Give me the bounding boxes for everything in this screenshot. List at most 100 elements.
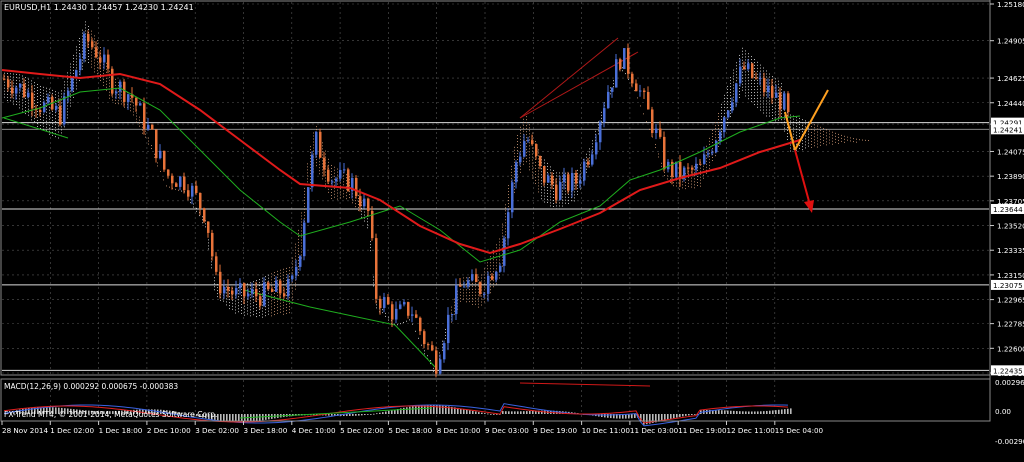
cloud-dot: [301, 230, 302, 232]
macd-histogram-bar: [769, 410, 771, 414]
cloud-dot: [730, 89, 731, 91]
cloud-dot: [253, 314, 254, 316]
cloud-dot: [358, 194, 359, 196]
cloud-dot: [520, 144, 521, 146]
cloud-dot: [328, 161, 329, 163]
cloud-dot: [163, 179, 164, 181]
cloud-dot: [373, 276, 374, 278]
cloud-dot: [529, 160, 530, 162]
macd-histogram-bar: [733, 410, 735, 414]
cloud-dot: [562, 190, 563, 192]
cloud-dot: [82, 44, 83, 46]
cloud-dot: [730, 110, 731, 112]
cloud-dot: [361, 210, 362, 212]
cloud-dot: [526, 119, 527, 121]
cloud-dot: [46, 108, 47, 110]
cloud-dot: [34, 88, 35, 90]
cloud-dot: [280, 275, 281, 277]
cloud-dot: [538, 179, 539, 181]
cloud-dot: [274, 290, 275, 292]
cloud-dot: [367, 224, 368, 226]
cloud-dot: [253, 296, 254, 298]
cloud-dot: [238, 293, 239, 295]
cloud-dot: [550, 172, 551, 174]
cloud-dot: [760, 67, 761, 69]
trading-chart[interactable]: EURUSD,H1 1.24430 1.24457 1.24230 1.2424…: [0, 0, 1024, 462]
cloud-dot: [481, 274, 482, 276]
cloud-dot: [565, 196, 566, 198]
cloud-dot: [736, 62, 737, 64]
cloud-dot: [790, 144, 791, 146]
cloud-dot: [130, 98, 131, 100]
cloud-dot: [751, 89, 752, 91]
cloud-dot: [358, 197, 359, 199]
cloud-dot: [796, 131, 797, 133]
cloud-dot: [766, 97, 767, 99]
cloud-dot: [547, 183, 548, 185]
macd-histogram-bar: [373, 413, 375, 415]
cloud-dot: [238, 311, 239, 313]
cloud-dot: [538, 173, 539, 175]
cloud-dot: [742, 53, 743, 55]
cloud-dot: [283, 283, 284, 285]
cloud-dot: [703, 174, 704, 176]
cloud-dot: [751, 56, 752, 58]
cloud-dot: [484, 298, 485, 300]
cloud-dot: [532, 171, 533, 173]
cloud-dot: [316, 129, 317, 131]
cloud-dot: [700, 182, 701, 184]
macd-histogram-bar: [685, 414, 687, 416]
macd-histogram-bar: [409, 406, 411, 414]
cloud-dot: [343, 178, 344, 180]
cloud-dot: [70, 63, 71, 65]
cloud-dot: [760, 103, 761, 105]
cloud-dot: [532, 159, 533, 161]
cloud-dot: [523, 163, 524, 165]
cloud-dot: [235, 306, 236, 308]
cloud-dot: [46, 87, 47, 89]
cloud-dot: [535, 182, 536, 184]
cloud-dot: [106, 83, 107, 85]
cloud-dot: [745, 50, 746, 52]
cloud-dot: [301, 221, 302, 223]
cloud-dot: [316, 162, 317, 164]
cloud-dot: [799, 135, 800, 137]
cloud-dot: [292, 293, 293, 295]
cloud-dot: [502, 229, 503, 231]
price-label: 1.24905: [997, 37, 1024, 46]
cloud-dot: [370, 244, 371, 246]
price-label: 1.23890: [997, 172, 1024, 181]
cloud-dot: [49, 94, 50, 96]
cloud-dot: [70, 105, 71, 107]
cloud-dot: [775, 105, 776, 107]
cloud-dot: [274, 281, 275, 283]
cloud-dot: [58, 122, 59, 124]
cloud-dot: [277, 270, 278, 272]
cloud-dot: [25, 80, 26, 82]
cloud-dot: [109, 97, 110, 99]
cloud-dot: [565, 190, 566, 192]
cloud-dot: [856, 141, 857, 143]
cloud-dot: [793, 127, 794, 129]
cloud-dot: [817, 134, 818, 136]
cloud-dot: [727, 88, 728, 90]
cloud-dot: [541, 192, 542, 194]
cloud-dot: [790, 126, 791, 128]
cloud-dot: [460, 294, 461, 296]
macd-histogram-bar: [508, 411, 510, 414]
cloud-dot: [61, 90, 62, 92]
cloud-dot: [478, 294, 479, 296]
cloud-dot: [475, 294, 476, 296]
cloud-dot: [445, 328, 446, 330]
cloud-dot: [658, 153, 659, 155]
cloud-dot: [523, 127, 524, 129]
price-label: 1.25180: [997, 0, 1024, 9]
macd-histogram-bar: [772, 410, 774, 414]
price-label: 1.24075: [997, 147, 1024, 156]
cloud-dot: [745, 86, 746, 88]
cloud-dot: [526, 137, 527, 139]
cloud-dot: [733, 72, 734, 74]
cloud-dot: [514, 149, 515, 151]
cloud-dot: [745, 53, 746, 55]
cloud-dot: [715, 125, 716, 127]
